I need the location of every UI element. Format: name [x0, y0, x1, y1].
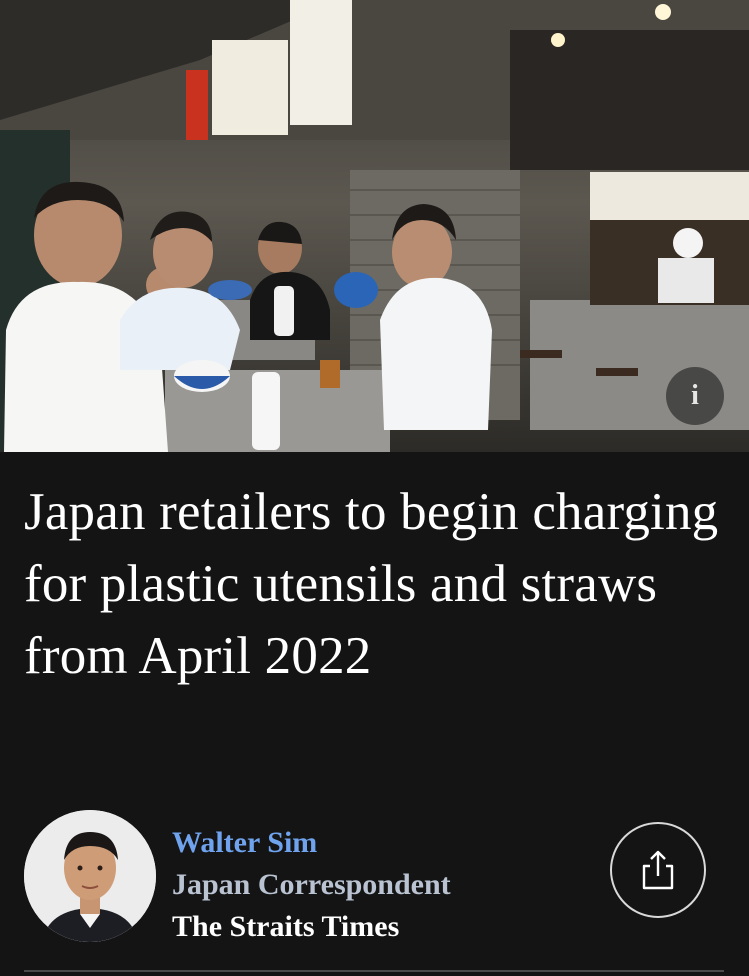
share-button[interactable] — [610, 822, 706, 918]
article-hero-image[interactable]: i — [0, 0, 749, 452]
info-icon: i — [691, 380, 699, 411]
share-icon — [642, 850, 674, 890]
author-byline: Walter Sim Japan Correspondent The Strai… — [24, 808, 724, 948]
author-avatar[interactable] — [24, 810, 156, 942]
info-button[interactable]: i — [666, 367, 724, 425]
publication-name: The Straits Times — [172, 910, 400, 943]
hero-illustration — [0, 0, 749, 452]
avatar-portrait — [24, 810, 156, 942]
divider — [24, 970, 724, 972]
article-headline: Japan retailers to begin charging for pl… — [24, 483, 719, 685]
author-info: Walter Sim Japan Correspondent The Strai… — [172, 822, 451, 948]
author-name[interactable]: Walter Sim — [172, 822, 451, 864]
author-title: Japan Correspondent — [172, 868, 451, 901]
